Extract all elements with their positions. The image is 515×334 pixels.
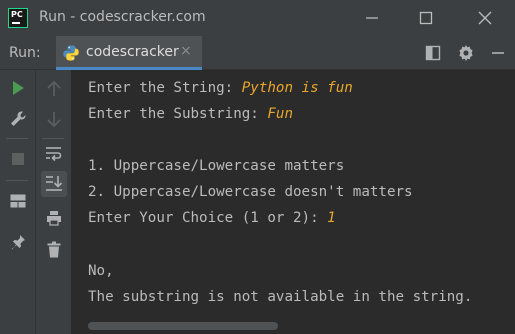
run-tab-bar: Run: codescracker × — [0, 36, 515, 70]
close-icon — [478, 11, 492, 25]
pycharm-logo-icon: PC — [8, 8, 28, 28]
soft-wrap-icon[interactable] — [45, 146, 63, 162]
python-icon — [63, 45, 79, 61]
console-line: Enter the String: Python is fun — [88, 80, 353, 96]
print-icon[interactable] — [46, 210, 62, 226]
close-button[interactable] — [471, 5, 499, 31]
run-toolbar-primary — [0, 70, 36, 334]
gear-icon[interactable] — [457, 44, 475, 62]
user-input: 1 — [327, 210, 336, 226]
tab-label: codescracker — [86, 44, 179, 60]
console-line: Enter the Substring: Fun — [88, 106, 293, 122]
layout-icon[interactable] — [10, 194, 26, 208]
minimize-icon — [366, 17, 378, 19]
trash-icon[interactable] — [47, 241, 61, 258]
run-toolbar-secondary — [36, 70, 72, 334]
arrow-up-icon[interactable] — [46, 80, 62, 98]
title-bar: PC Run - codescracker.com — [0, 0, 515, 36]
maximize-button[interactable] — [412, 5, 440, 31]
stop-icon[interactable] — [11, 152, 25, 166]
scroll-to-end-icon[interactable] — [45, 175, 63, 193]
arrow-down-icon[interactable] — [46, 110, 62, 128]
user-input: Python is fun — [241, 80, 353, 96]
layout-icon[interactable] — [425, 45, 441, 61]
user-input: Fun — [267, 106, 293, 122]
console-line: 1. Uppercase/Lowercase matters — [88, 158, 345, 174]
maximize-icon — [419, 11, 433, 25]
wrench-icon[interactable] — [9, 110, 27, 128]
minimize-button[interactable] — [358, 5, 386, 31]
horizontal-scrollbar[interactable] — [88, 322, 278, 330]
run-icon[interactable] — [10, 80, 26, 96]
minimize-panel-icon[interactable] — [491, 46, 505, 60]
console-line: The substring is not available in the st… — [88, 289, 473, 305]
tab-close-icon[interactable]: × — [180, 43, 192, 59]
console-line: No, — [88, 263, 114, 279]
pin-icon[interactable] — [10, 234, 26, 252]
run-label: Run: — [9, 45, 41, 61]
console-line: Enter Your Choice (1 or 2): 1 — [88, 210, 336, 226]
window-title: Run - codescracker.com — [39, 9, 206, 25]
tab-codescracker[interactable]: codescracker × — [56, 36, 202, 70]
ide-window: PC Run - codescracker.com Run: codescrac… — [0, 0, 515, 334]
console-output[interactable]: Enter the String: Python is fun Enter th… — [72, 70, 515, 334]
console-line: 2. Uppercase/Lowercase doesn't matters — [88, 184, 413, 200]
